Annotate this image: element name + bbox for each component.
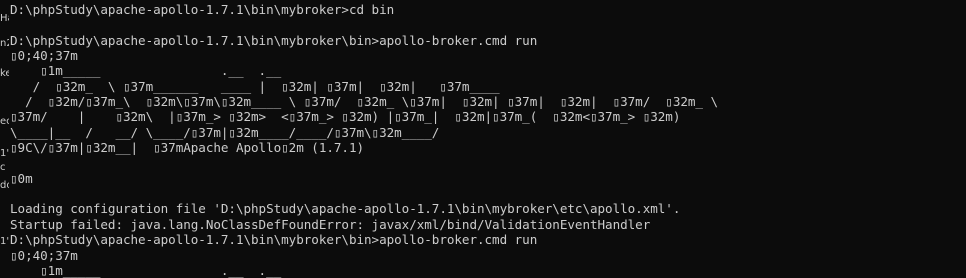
background-text-fragment: Ha <box>0 13 9 24</box>
background-text-fragment: do <box>0 180 9 191</box>
console-line: ▯0m <box>10 170 33 186</box>
console-line: Loading configuration file 'D:\phpStudy\… <box>10 201 681 217</box>
console-line: ▯0;40;37m <box>10 48 78 64</box>
console-output[interactable]: D:\phpStudy\apache-apollo-1.7.1\bin\mybr… <box>10 2 966 278</box>
console-line: Startup failed: java.lang.NoClassDefFoun… <box>10 216 651 232</box>
background-text-fragment: ec <box>0 116 9 127</box>
background-text-fragment: n2 <box>0 38 9 49</box>
background-window-edge: Ha n2 ke ec 1' c do 1' <box>0 0 9 278</box>
console-line: D:\phpStudy\apache-apollo-1.7.1\bin\mybr… <box>10 2 395 17</box>
background-text-fragment: 1' <box>0 236 9 247</box>
console-line: ▯1m_____ .__ .__ <box>10 63 282 79</box>
background-text-fragment: c <box>0 162 6 173</box>
console-line: ▯0;40;37m <box>10 247 78 263</box>
console-line: / ▯32m_ \ ▯37m______ ____ | ▯32m| ▯37m| … <box>10 78 500 94</box>
console-line: ▯9C\/▯37m|▯32m__| ▯37mApache Apollo▯2m (… <box>10 140 365 156</box>
console-line: D:\phpStudy\apache-apollo-1.7.1\bin\mybr… <box>10 32 538 48</box>
console-line: D:\phpStudy\apache-apollo-1.7.1\bin\mybr… <box>10 232 538 248</box>
terminal-window[interactable]: Ha n2 ke ec 1' c do 1' D:\phpStudy\apach… <box>0 0 966 278</box>
background-text-fragment: 1' <box>0 148 9 159</box>
console-line: \____|__ / __/ \____/▯37m|▯32m____/____/… <box>10 124 440 140</box>
console-line: / ▯32m/▯37m_\ ▯32m\▯37m\▯32m____ \ ▯37m/… <box>10 94 719 110</box>
background-text-fragment: ke <box>0 68 9 79</box>
console-line: ▯37m/ | ▯32m\ |▯37m_> ▯32m> <▯37m_> ▯32m… <box>10 109 681 125</box>
console-line: ▯1m_____ .__ .__ <box>10 262 282 278</box>
